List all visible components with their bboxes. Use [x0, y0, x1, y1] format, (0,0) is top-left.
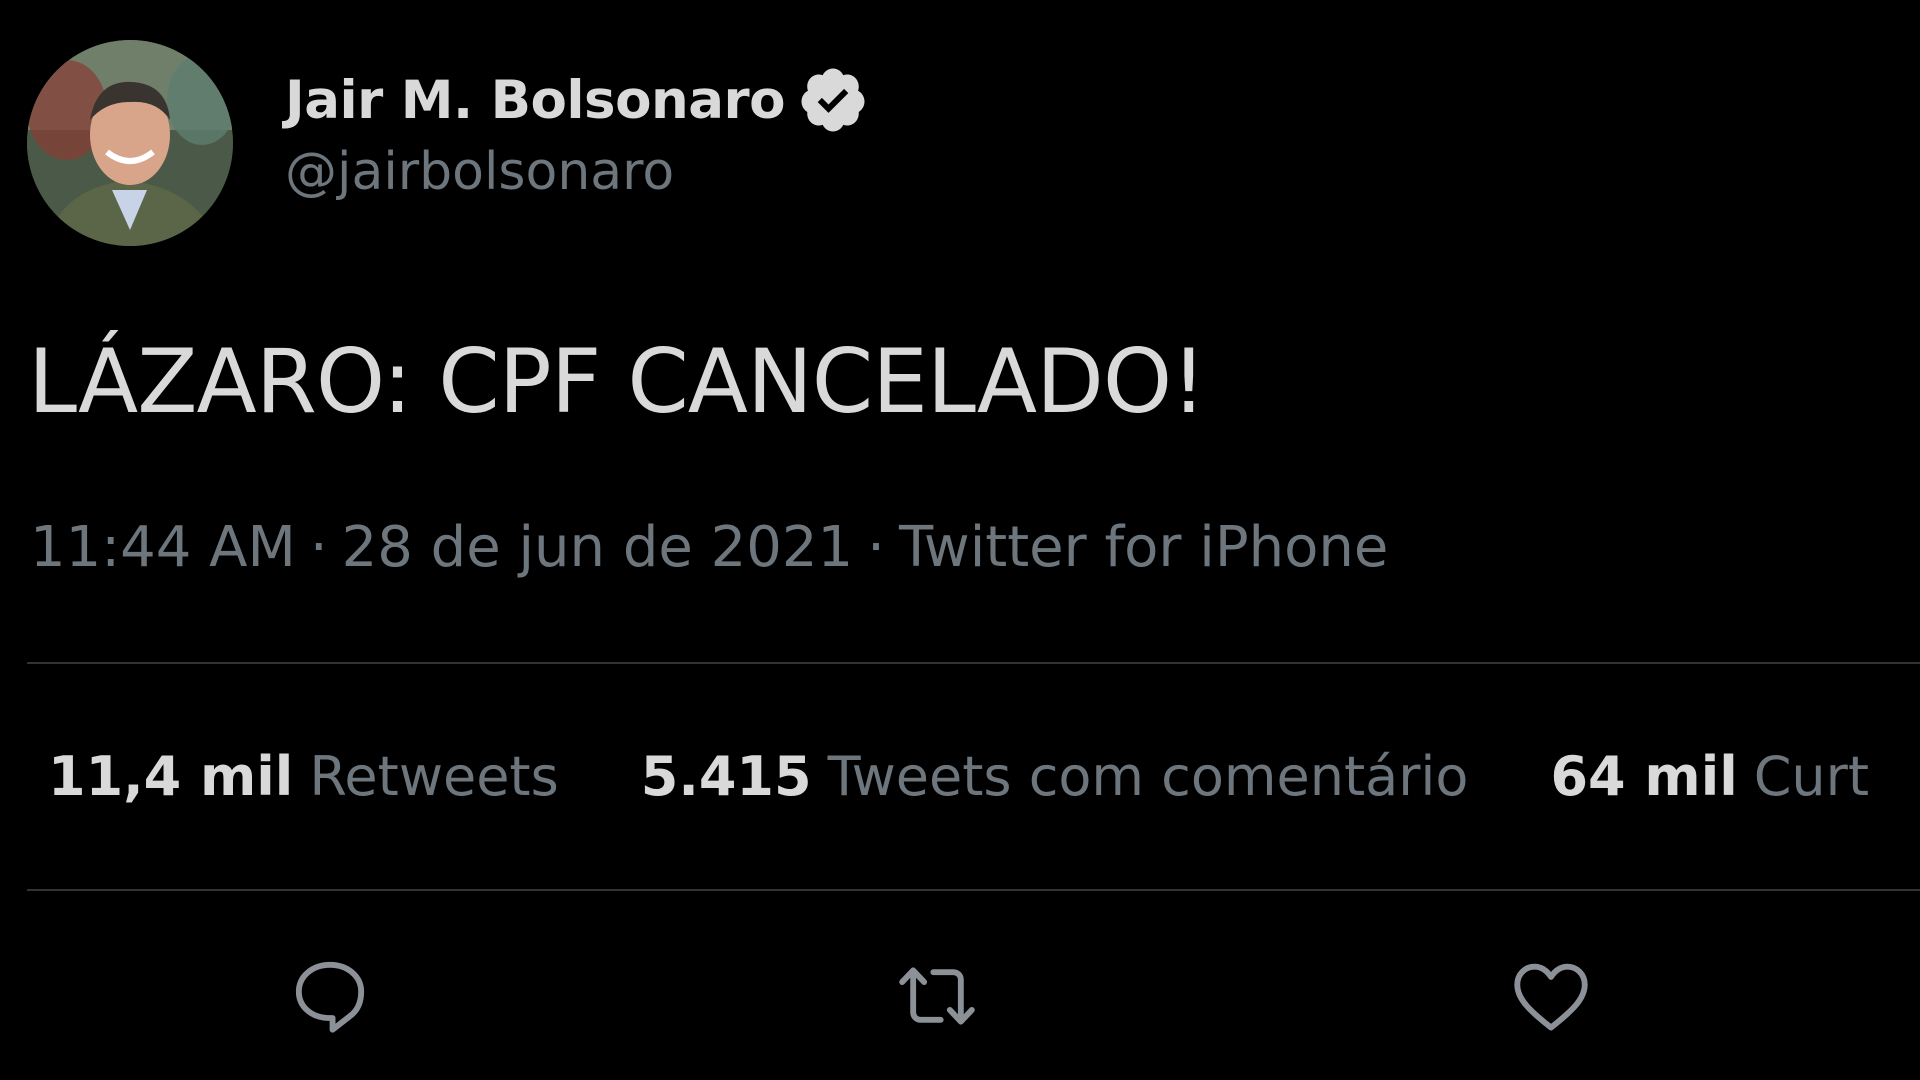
retweets-label: Retweets [309, 745, 559, 808]
tweet-source-link[interactable]: Twitter for iPhone [899, 515, 1388, 580]
quote-tweets-count: 5.415 [640, 745, 812, 808]
avatar[interactable] [27, 40, 233, 246]
author-info: Jair M. Bolsonaro @jairbolsonaro [285, 62, 869, 202]
likes-label: Curt [1753, 745, 1870, 808]
tweet-detail: Jair M. Bolsonaro @jairbolsonaro LÁZARO:… [0, 0, 1920, 1080]
tweet-stats: 11,4 mil Retweets 5.415 Tweets com comentá… [48, 745, 1920, 808]
retweets-count: 11,4 mil [48, 745, 294, 808]
divider [27, 662, 1920, 664]
like-button[interactable] [1507, 952, 1595, 1040]
verified-badge-icon [797, 64, 869, 136]
tweet-meta: 11:44 AM · 28 de jun de 2021 · Twitter for i… [30, 515, 1388, 580]
handle[interactable]: @jairbolsonaro [285, 142, 869, 202]
heart-icon [1514, 963, 1588, 1031]
display-name[interactable]: Jair M. Bolsonaro [285, 70, 786, 131]
retweet-button[interactable] [893, 952, 981, 1040]
avatar-photo [27, 40, 233, 246]
reply-button[interactable] [286, 952, 374, 1040]
retweet-icon [899, 967, 975, 1025]
quote-tweets-label: Tweets com comentário [827, 745, 1469, 808]
quote-tweets-stat[interactable]: 5.415 Tweets com comentário [641, 745, 1469, 808]
likes-stat[interactable]: 64 mil Curt [1550, 745, 1869, 808]
display-name-row: Jair M. Bolsonaro [285, 62, 869, 138]
meta-separator: · [867, 515, 885, 580]
tweet-time[interactable]: 11:44 AM [30, 515, 296, 580]
tweet-date[interactable]: 28 de jun de 2021 [342, 515, 854, 580]
likes-count: 64 mil [1550, 745, 1738, 808]
tweet-text: LÁZARO: CPF CANCELADO! [28, 330, 1206, 433]
divider [27, 889, 1920, 891]
reply-icon [295, 961, 365, 1033]
meta-separator: · [309, 515, 328, 580]
retweets-stat[interactable]: 11,4 mil Retweets [48, 745, 559, 808]
